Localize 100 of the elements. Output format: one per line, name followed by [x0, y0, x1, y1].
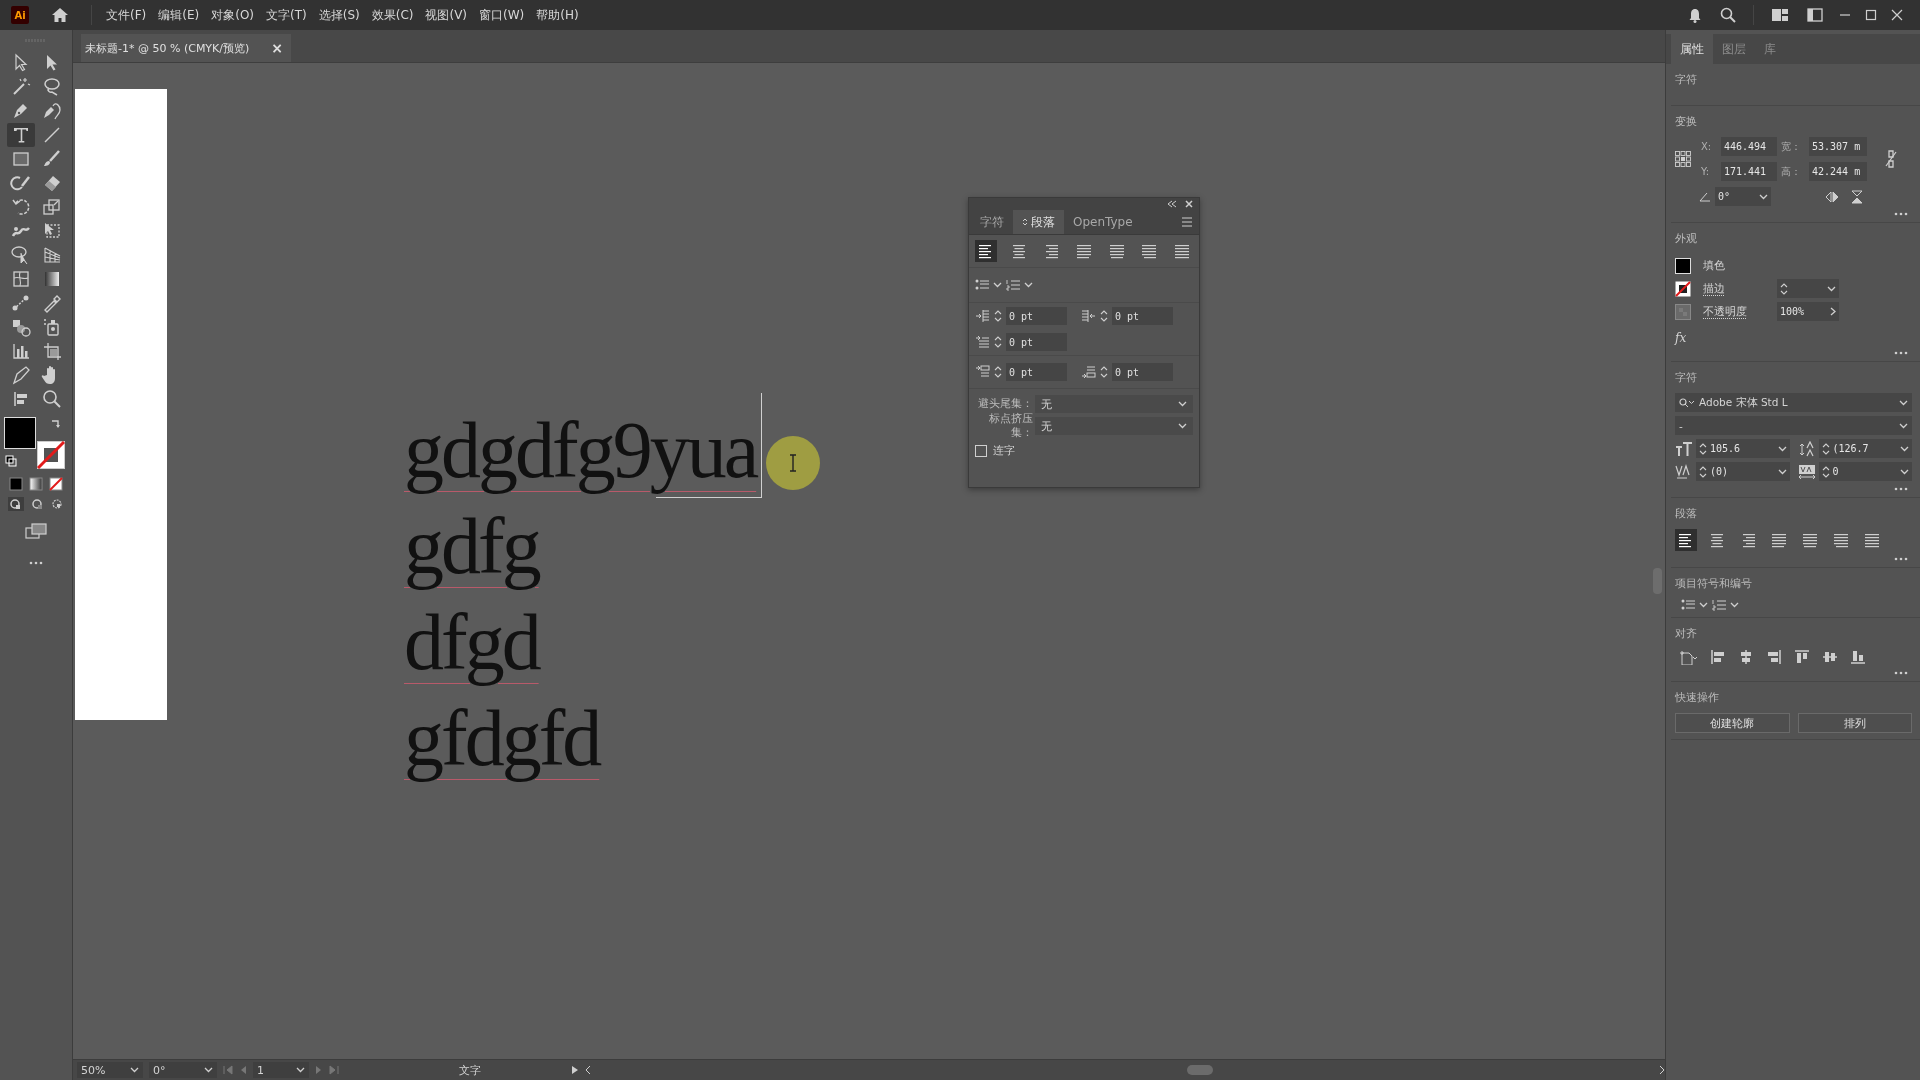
quick-action-button[interactable]: 排列: [1797, 713, 1912, 733]
quick-action-button[interactable]: 创建轮廓: [1675, 713, 1790, 733]
stepper-icon[interactable]: [1100, 365, 1108, 379]
number-field[interactable]: 0 pt: [1006, 333, 1067, 351]
chevron-down-icon[interactable]: [130, 1067, 139, 1073]
chevron-down-icon[interactable]: [1178, 423, 1187, 429]
number-field[interactable]: 0 pt: [1112, 363, 1173, 381]
app-logo[interactable]: Ai: [11, 6, 29, 24]
panel-layout-icon[interactable]: [1807, 8, 1823, 22]
close-icon[interactable]: [1185, 200, 1193, 208]
more-icon[interactable]: [1894, 557, 1908, 561]
draw-inside-icon[interactable]: [50, 497, 64, 511]
collapse-icon[interactable]: [1167, 200, 1177, 208]
menu-item[interactable]: 窗口(W): [473, 6, 531, 24]
chevron-down-icon[interactable]: [1730, 602, 1739, 608]
font-style-dropdown[interactable]: -: [1675, 416, 1912, 435]
stepper-icon[interactable]: [994, 365, 1002, 379]
chevron-down-icon[interactable]: [1899, 399, 1908, 406]
zoom-dropdown[interactable]: 50%: [77, 1062, 143, 1078]
close-tab-button[interactable]: ×: [271, 40, 284, 56]
reference-point-icon[interactable]: [1675, 151, 1691, 167]
document-title[interactable]: 未标题-1* @ 50 % (CMYK/预览): [85, 40, 250, 56]
scroll-right-icon[interactable]: [1659, 1065, 1665, 1075]
numbered-list-icon[interactable]: [1712, 599, 1726, 611]
menu-item[interactable]: 帮助(H): [530, 6, 585, 24]
stroke-weight-field[interactable]: [1777, 279, 1839, 298]
color-mode-icon[interactable]: [9, 477, 23, 491]
angle-dropdown[interactable]: 0°: [1715, 187, 1771, 206]
menu-item[interactable]: 编辑(E): [152, 6, 206, 24]
home-icon[interactable]: [51, 7, 69, 23]
dropdown[interactable]: 无: [1035, 395, 1193, 413]
align-right-edges-icon[interactable]: [1766, 649, 1782, 665]
more-icon[interactable]: [1894, 487, 1908, 491]
chevron-down-icon[interactable]: [993, 282, 1002, 288]
menu-item[interactable]: 效果(C): [365, 6, 420, 24]
gradient-mode-icon[interactable]: [29, 477, 43, 491]
artboard-dropdown[interactable]: 1: [253, 1062, 309, 1078]
chevron-down-icon[interactable]: [1699, 602, 1708, 608]
align-vertical-centers-icon[interactable]: [1822, 649, 1838, 665]
menu-item[interactable]: 文件(F): [100, 6, 153, 24]
stepper-icon[interactable]: [1699, 464, 1707, 479]
chevron-down-icon[interactable]: [1900, 468, 1909, 475]
stroke-link[interactable]: 描边: [1703, 281, 1765, 296]
checkbox[interactable]: [975, 444, 987, 457]
opacity-field[interactable]: 100%: [1777, 302, 1839, 321]
more-icon[interactable]: [1894, 212, 1908, 216]
menu-icon[interactable]: [1181, 217, 1193, 227]
chevron-down-icon[interactable]: [1024, 282, 1033, 288]
chevron-down-icon[interactable]: [1900, 445, 1909, 452]
number-field[interactable]: 0 pt: [1006, 307, 1067, 325]
none-mode-icon[interactable]: [49, 477, 63, 491]
number-field[interactable]: 171.441: [1721, 162, 1777, 181]
flip-horizontal-icon[interactable]: [1825, 190, 1839, 203]
tool-button[interactable]: [6, 123, 35, 147]
menu-item[interactable]: 对象(O): [205, 6, 261, 24]
number-field[interactable]: 42.244 m: [1809, 162, 1867, 181]
stroke-none-swatch[interactable]: [37, 441, 65, 469]
chevron-down-icon[interactable]: [1777, 468, 1787, 475]
default-colors-icon[interactable]: [5, 455, 17, 467]
menu-item[interactable]: 文字(T): [260, 6, 313, 24]
font-dropdown[interactable]: Adobe 宋体 Std L: [1675, 393, 1912, 412]
stroke-swatch[interactable]: [1675, 280, 1691, 297]
align-to-icon[interactable]: [1679, 649, 1698, 665]
menu-item[interactable]: 选择(S): [312, 6, 366, 24]
workspace-icon[interactable]: [1771, 8, 1789, 22]
search-icon[interactable]: [1720, 7, 1736, 23]
panel-tab[interactable]: OpenType: [1064, 210, 1142, 234]
more-tools-icon[interactable]: [29, 561, 43, 565]
bullet-list-icon[interactable]: [975, 279, 989, 291]
tracking-field[interactable]: 0: [1818, 462, 1912, 481]
play-icon[interactable]: [571, 1065, 579, 1075]
align-top-edges-icon[interactable]: [1794, 649, 1810, 665]
swap-icon[interactable]: [50, 418, 62, 430]
number-field[interactable]: 0 pt: [1006, 363, 1067, 381]
align-left-edges-icon[interactable]: [1710, 649, 1726, 665]
constrain-proportions-icon[interactable]: [1885, 150, 1897, 168]
stepper-icon[interactable]: [1699, 441, 1707, 456]
chevron-down-icon[interactable]: [1827, 285, 1836, 292]
font-size-field[interactable]: 105.6: [1696, 439, 1790, 458]
stepper-icon[interactable]: [1821, 464, 1830, 479]
kerning-field[interactable]: (0): [1696, 462, 1790, 481]
effects-button[interactable]: fx: [1675, 331, 1687, 345]
menu-item[interactable]: 视图(V): [419, 6, 474, 24]
panel-tab[interactable]: 字符: [971, 210, 1013, 234]
fill-swatch[interactable]: [4, 417, 36, 449]
chevron-down-icon[interactable]: [1777, 445, 1787, 452]
bell-icon[interactable]: [1688, 7, 1702, 23]
document-tab[interactable]: 未标题-1* @ 50 % (CMYK/预览) ×: [81, 34, 292, 62]
align-horizontal-centers-icon[interactable]: [1738, 649, 1754, 665]
rotation-dropdown[interactable]: 0°: [149, 1062, 217, 1078]
align-bottom-edges-icon[interactable]: [1850, 649, 1866, 665]
chevron-down-icon[interactable]: [1178, 401, 1187, 407]
leading-field[interactable]: (126.7: [1818, 439, 1912, 458]
chevron-down-icon[interactable]: [204, 1067, 213, 1073]
maximize-icon[interactable]: [1865, 9, 1877, 21]
fill-swatch[interactable]: [1675, 257, 1691, 274]
dropdown[interactable]: 无: [1035, 417, 1193, 435]
stepper-icon[interactable]: [1821, 441, 1830, 456]
number-field[interactable]: 0 pt: [1112, 307, 1173, 325]
stepper-icon[interactable]: [994, 335, 1002, 349]
